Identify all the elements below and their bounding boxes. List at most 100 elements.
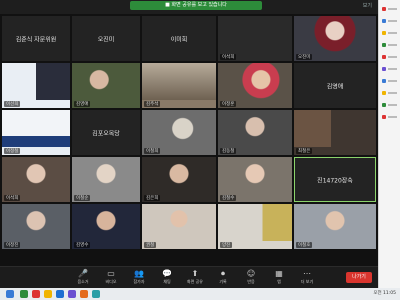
participant-video [2,157,70,194]
participant-video [294,204,376,241]
participant-name: 김영애 [74,101,91,107]
video-tile[interactable]: 오진미 [294,16,376,61]
panel-row[interactable] [382,102,398,108]
more-button[interactable]: ⋯ 더 보기 [294,269,320,287]
video-tile[interactable]: 김철수 [218,157,292,202]
more-icon: ⋯ [303,269,311,278]
microphone-muted-icon: 🎤 [78,269,88,278]
app-icon[interactable] [80,290,88,298]
participant-name-center: 이미희 [170,36,188,43]
video-tile[interactable]: 김주석 [142,63,216,108]
panel-row[interactable] [382,54,398,60]
apps-icon: ▦ [275,269,283,278]
video-tile[interactable]: 이미희 [142,16,216,61]
app-icon [382,19,386,23]
participant-name: 이정진 [4,242,21,248]
video-tile[interactable]: 이정철 [2,110,70,155]
participant-name: 양진 [220,242,233,248]
zoom-app-icon[interactable] [56,290,64,298]
panel-row[interactable] [382,30,398,36]
video-tile[interactable]: 이철순 [72,157,140,202]
meeting-toolbar: 🎤 음소거 ▭ 비디오 👥 참가자 💬 채팅 ⬆ 화면 공유 ⏺ 기록 ☺ 반응… [0,266,378,288]
share-screen-icon: ⬆ [191,269,199,278]
participant-video [142,157,216,194]
panel-row[interactable] [382,6,398,12]
video-tile[interactable]: 이철호 [294,204,376,249]
start-icon[interactable] [6,290,14,298]
participant-name-center: 김포오목당 [92,130,120,137]
share-screen-button[interactable]: ⬆ 화면 공유 [182,269,208,287]
video-tile[interactable]: 이석희 [218,16,292,61]
participants-button[interactable]: 👥 참가자 [126,269,152,287]
participant-name: 김은희 [144,195,161,201]
app-icon [382,103,386,107]
participant-video [72,204,140,241]
app-icon[interactable] [20,290,28,298]
participant-name: 김철수 [220,195,237,201]
panel-row[interactable] [382,18,398,24]
record-button[interactable]: ⏺ 기록 [210,269,236,287]
app-icon[interactable] [68,290,76,298]
app-icon [382,67,386,71]
video-tile[interactable]: 김영애 [294,63,376,108]
video-tile[interactable]: 이선희 [2,63,70,108]
participant-name: 오진미 [296,54,313,60]
share-banner[interactable]: ■ 화면 공유를 보고 있습니다 [130,1,262,10]
participant-video [72,157,140,194]
participant-name-center: 오진미 [97,36,115,43]
panel-row[interactable] [382,66,398,72]
video-tile[interactable]: 권철 [142,204,216,249]
video-button[interactable]: ▭ 비디오 [98,269,124,287]
app-icon [382,55,386,59]
video-tile[interactable]: 김은희 [142,157,216,202]
active-speaker-tile[interactable]: 진14720장숙 [294,157,376,202]
panel-row[interactable] [382,42,398,48]
video-tile[interactable]: 김포오목당 [72,110,140,155]
participant-name-center: 진14720장숙 [317,177,353,184]
panel-row[interactable] [382,114,398,120]
app-icon [382,43,386,47]
participant-video [2,110,70,147]
panel-row[interactable] [382,90,398,96]
video-tile[interactable]: 이철희 [142,110,216,155]
participant-video [142,63,216,100]
video-tile[interactable]: 이정훈 [218,63,292,108]
reactions-button[interactable]: ☺ 반응 [238,269,264,287]
participant-video [218,110,292,147]
participant-name: 이정훈 [220,101,237,107]
video-tile[interactable]: 오진미 [72,16,140,61]
app-icon[interactable] [32,290,40,298]
leave-button[interactable]: 나가기 [346,272,372,283]
zoom-window: ■ 화면 공유를 보고 있습니다 보기 김준식 자문위원 오진미 이미희 이석희… [0,0,400,300]
reactions-icon: ☺ [246,269,256,278]
participant-video [218,63,292,100]
participant-video [218,157,292,194]
app-icon[interactable] [44,290,52,298]
chat-button[interactable]: 💬 채팅 [154,269,180,287]
participant-name: 김영수 [74,242,91,248]
participant-name: 김주석 [144,101,161,107]
os-taskbar: 오전 11:05 [0,288,400,300]
participant-video [294,16,376,53]
participant-video [142,204,216,241]
app-icon [382,31,386,35]
app-icon[interactable] [92,290,100,298]
participant-name-center: 김준식 자문위원 [15,36,57,43]
video-tile[interactable]: 김동철 [218,110,292,155]
video-tile[interactable]: 이정진 [2,204,70,249]
participant-name: 이정철 [4,148,21,154]
video-tile[interactable]: 김영애 [72,63,140,108]
apps-button[interactable]: ▦ 앱 [266,269,292,287]
video-tile[interactable]: 김영수 [72,204,140,249]
view-button[interactable]: 보기 [363,2,372,9]
video-tile[interactable]: 이석희 [2,157,70,202]
panel-row[interactable] [382,78,398,84]
video-tile[interactable]: 최철은 [294,110,376,155]
video-tile[interactable]: 김준식 자문위원 [2,16,70,61]
video-tile[interactable]: 양진 [218,204,292,249]
participant-name: 이철순 [74,195,91,201]
clock[interactable]: 오전 11:05 [373,290,396,296]
mute-button[interactable]: 🎤 음소거 [70,269,96,287]
participant-video [2,63,70,100]
gallery-grid: 김준식 자문위원 오진미 이미희 이석희 오진미 이선희 김영애 김주석 이정훈… [0,14,378,266]
